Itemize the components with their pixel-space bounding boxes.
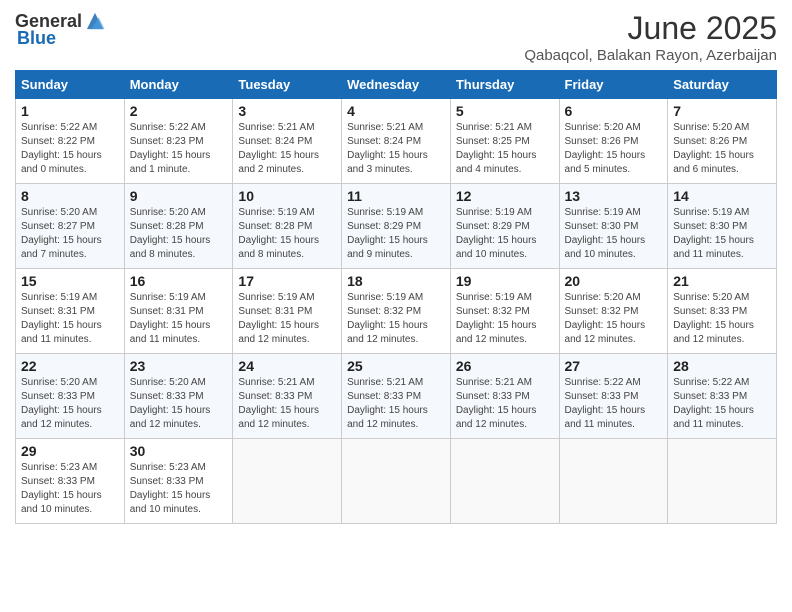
table-row: 6Sunrise: 5:20 AMSunset: 8:26 PMDaylight… xyxy=(559,99,668,184)
logo-icon xyxy=(84,10,106,32)
week-row-2: 15Sunrise: 5:19 AMSunset: 8:31 PMDayligh… xyxy=(16,269,777,354)
table-row: 21Sunrise: 5:20 AMSunset: 8:33 PMDayligh… xyxy=(668,269,777,354)
table-row: 25Sunrise: 5:21 AMSunset: 8:33 PMDayligh… xyxy=(342,354,451,439)
header-thursday: Thursday xyxy=(450,71,559,99)
header: General Blue June 2025 Qabaqcol, Balakan… xyxy=(15,10,777,64)
week-row-1: 8Sunrise: 5:20 AMSunset: 8:27 PMDaylight… xyxy=(16,184,777,269)
header-wednesday: Wednesday xyxy=(342,71,451,99)
header-monday: Monday xyxy=(124,71,233,99)
table-row: 1Sunrise: 5:22 AMSunset: 8:22 PMDaylight… xyxy=(16,99,125,184)
table-row: 22Sunrise: 5:20 AMSunset: 8:33 PMDayligh… xyxy=(16,354,125,439)
week-row-3: 22Sunrise: 5:20 AMSunset: 8:33 PMDayligh… xyxy=(16,354,777,439)
calendar-table: SundayMondayTuesdayWednesdayThursdayFrid… xyxy=(15,70,777,524)
table-row: 20Sunrise: 5:20 AMSunset: 8:32 PMDayligh… xyxy=(559,269,668,354)
header-sunday: Sunday xyxy=(16,71,125,99)
table-row: 11Sunrise: 5:19 AMSunset: 8:29 PMDayligh… xyxy=(342,184,451,269)
table-row: 30Sunrise: 5:23 AMSunset: 8:33 PMDayligh… xyxy=(124,439,233,524)
table-row: 13Sunrise: 5:19 AMSunset: 8:30 PMDayligh… xyxy=(559,184,668,269)
header-tuesday: Tuesday xyxy=(233,71,342,99)
table-row xyxy=(668,439,777,524)
calendar-header-row: SundayMondayTuesdayWednesdayThursdayFrid… xyxy=(16,71,777,99)
logo: General Blue xyxy=(15,10,106,49)
week-row-0: 1Sunrise: 5:22 AMSunset: 8:22 PMDaylight… xyxy=(16,99,777,184)
table-row: 27Sunrise: 5:22 AMSunset: 8:33 PMDayligh… xyxy=(559,354,668,439)
table-row: 28Sunrise: 5:22 AMSunset: 8:33 PMDayligh… xyxy=(668,354,777,439)
table-row: 4Sunrise: 5:21 AMSunset: 8:24 PMDaylight… xyxy=(342,99,451,184)
table-row: 14Sunrise: 5:19 AMSunset: 8:30 PMDayligh… xyxy=(668,184,777,269)
table-row: 17Sunrise: 5:19 AMSunset: 8:31 PMDayligh… xyxy=(233,269,342,354)
table-row xyxy=(559,439,668,524)
table-row: 8Sunrise: 5:20 AMSunset: 8:27 PMDaylight… xyxy=(16,184,125,269)
table-row xyxy=(450,439,559,524)
table-row: 16Sunrise: 5:19 AMSunset: 8:31 PMDayligh… xyxy=(124,269,233,354)
table-row xyxy=(342,439,451,524)
week-row-4: 29Sunrise: 5:23 AMSunset: 8:33 PMDayligh… xyxy=(16,439,777,524)
table-row: 24Sunrise: 5:21 AMSunset: 8:33 PMDayligh… xyxy=(233,354,342,439)
table-row: 9Sunrise: 5:20 AMSunset: 8:28 PMDaylight… xyxy=(124,184,233,269)
header-friday: Friday xyxy=(559,71,668,99)
table-row xyxy=(233,439,342,524)
logo-blue-text: Blue xyxy=(17,28,56,49)
table-row: 10Sunrise: 5:19 AMSunset: 8:28 PMDayligh… xyxy=(233,184,342,269)
table-row: 18Sunrise: 5:19 AMSunset: 8:32 PMDayligh… xyxy=(342,269,451,354)
table-row: 19Sunrise: 5:19 AMSunset: 8:32 PMDayligh… xyxy=(450,269,559,354)
table-row: 26Sunrise: 5:21 AMSunset: 8:33 PMDayligh… xyxy=(450,354,559,439)
calendar-subtitle: Qabaqcol, Balakan Rayon, Azerbaijan xyxy=(524,47,777,64)
table-row: 15Sunrise: 5:19 AMSunset: 8:31 PMDayligh… xyxy=(16,269,125,354)
calendar-body: 1Sunrise: 5:22 AMSunset: 8:22 PMDaylight… xyxy=(16,99,777,524)
calendar-title: June 2025 xyxy=(524,10,777,47)
table-row: 3Sunrise: 5:21 AMSunset: 8:24 PMDaylight… xyxy=(233,99,342,184)
table-row: 5Sunrise: 5:21 AMSunset: 8:25 PMDaylight… xyxy=(450,99,559,184)
table-row: 2Sunrise: 5:22 AMSunset: 8:23 PMDaylight… xyxy=(124,99,233,184)
title-area: June 2025 Qabaqcol, Balakan Rayon, Azerb… xyxy=(524,10,777,64)
table-row: 12Sunrise: 5:19 AMSunset: 8:29 PMDayligh… xyxy=(450,184,559,269)
table-row: 23Sunrise: 5:20 AMSunset: 8:33 PMDayligh… xyxy=(124,354,233,439)
table-row: 29Sunrise: 5:23 AMSunset: 8:33 PMDayligh… xyxy=(16,439,125,524)
table-row: 7Sunrise: 5:20 AMSunset: 8:26 PMDaylight… xyxy=(668,99,777,184)
header-saturday: Saturday xyxy=(668,71,777,99)
